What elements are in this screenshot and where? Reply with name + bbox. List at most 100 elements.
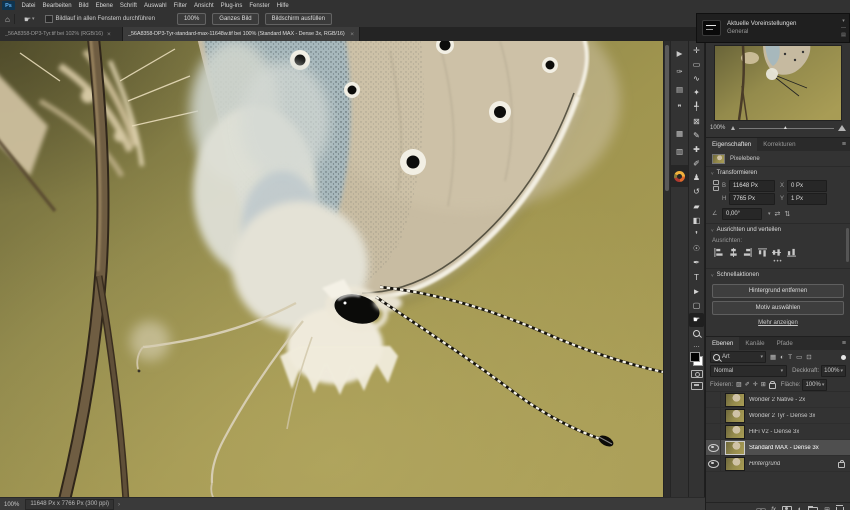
align-bottom-icon[interactable] — [786, 248, 796, 257]
status-zoom-field[interactable]: 100% — [4, 502, 19, 508]
tourbox-collapse-icon[interactable]: ▾ — [842, 18, 845, 25]
type-tool[interactable]: T — [689, 270, 704, 284]
show-more-link[interactable]: Mehr anzeigen — [706, 320, 850, 326]
object-selection-tool[interactable]: ✦ — [689, 86, 704, 100]
chevron-down-icon[interactable]: ▾ — [32, 16, 35, 22]
chevron-down-icon[interactable]: ▾ — [768, 211, 771, 217]
navigator-zoom-value[interactable]: 100% — [710, 125, 725, 131]
hand-tool[interactable]: ☛ — [689, 312, 704, 327]
visibility-toggle[interactable] — [706, 440, 721, 455]
frame-tool[interactable]: ⊠ — [689, 114, 704, 128]
status-chevron-icon[interactable]: › — [118, 502, 120, 508]
layer-row-selected[interactable]: Standard MAX - Dense 3x — [706, 440, 850, 456]
menu-auswahl[interactable]: Auswahl — [140, 3, 170, 9]
layer-thumbnail[interactable] — [725, 392, 745, 407]
close-icon[interactable]: × — [107, 31, 111, 38]
slider-thumb[interactable]: ▲ — [783, 125, 788, 131]
width-field[interactable]: 11648 Px — [729, 179, 775, 192]
menu-ansicht[interactable]: Ansicht — [190, 3, 217, 9]
lasso-tool[interactable]: ∿ — [689, 71, 704, 85]
menu-plugins[interactable]: Plug-ins — [217, 3, 246, 9]
lock-position-icon[interactable]: ✛ — [753, 381, 758, 388]
layer-thumbnail[interactable] — [725, 440, 745, 455]
pen-tool[interactable]: ✒ — [689, 256, 704, 270]
crop-tool[interactable]: ╃ — [689, 100, 704, 114]
panel-menu-icon[interactable]: ≡ — [842, 138, 850, 151]
layer-row[interactable]: HiFi V2 - Dense 3x — [706, 424, 850, 440]
screen-mode-button[interactable] — [690, 381, 703, 390]
layer-filter-combo[interactable]: Art ▾ — [710, 351, 766, 363]
scrollbar-thumb[interactable] — [665, 45, 669, 191]
menu-bild[interactable]: Bild — [75, 3, 92, 9]
align-left-icon[interactable] — [714, 248, 723, 257]
zoom-100-button[interactable]: 100% — [176, 13, 207, 25]
document-tab-active[interactable]: _56A8358-DP3-Tyr-standard-max-11648w.tif… — [123, 27, 360, 41]
lock-pixels-icon[interactable]: ✐ — [745, 381, 750, 388]
menu-schrift[interactable]: Schrift — [116, 3, 140, 9]
scroll-all-windows-checkbox[interactable]: Bildlauf in allen Fenstern durchführen — [44, 15, 155, 23]
actions-panel-icon[interactable]: ▶ — [672, 45, 688, 61]
filter-pixel-layers-icon[interactable]: ▦ — [770, 353, 776, 361]
align-top-icon[interactable] — [757, 248, 767, 257]
lock-transparency-icon[interactable]: ▨ — [736, 381, 742, 388]
history-brush-tool[interactable]: ↺ — [689, 185, 704, 199]
layer-thumbnail[interactable] — [725, 408, 745, 423]
navigator-zoom-slider[interactable]: ▲ — [739, 125, 834, 131]
hand-tool-icon[interactable]: ☛ — [24, 15, 31, 24]
new-layer-icon[interactable]: ⊞ — [824, 506, 830, 510]
eyedropper-tool[interactable]: ✎ — [689, 128, 704, 142]
quick-actions-header[interactable]: ˅ Schnellaktionen — [706, 268, 850, 281]
tourbox-grid-icon[interactable]: ▤ — [841, 32, 846, 39]
zoom-out-icon[interactable] — [731, 126, 736, 130]
y-field[interactable]: 1 Px — [787, 192, 827, 205]
close-icon[interactable]: × — [350, 31, 354, 38]
align-section-header[interactable]: ˅ Ausrichten und verteilen — [706, 223, 850, 236]
align-center-h-icon[interactable] — [729, 248, 738, 257]
color-swatches[interactable] — [690, 351, 703, 366]
shape-tool[interactable]: ▢ — [689, 298, 704, 312]
filter-adjustment-layers-icon[interactable]: ◐ — [780, 354, 784, 361]
visibility-toggle[interactable] — [706, 408, 721, 423]
zoom-tool[interactable] — [689, 327, 704, 341]
menu-bearbeiten[interactable]: Bearbeiten — [39, 3, 75, 9]
comments-panel-icon[interactable]: ❞ — [672, 99, 688, 115]
adjustment-layer-icon[interactable]: ◐ — [798, 506, 802, 510]
spot-healing-tool[interactable]: ✚ — [689, 142, 704, 156]
filter-type-layers-icon[interactable]: T — [788, 354, 792, 361]
height-field[interactable]: 7765 Px — [729, 192, 775, 205]
gradient-tool[interactable]: ◧ — [689, 213, 704, 227]
eraser-tool[interactable]: ▰ — [689, 199, 704, 213]
visibility-toggle[interactable] — [706, 424, 721, 439]
tourbox-minimize-icon[interactable]: — — [841, 25, 846, 32]
flip-horizontal-icon[interactable]: ⇄ — [775, 210, 781, 218]
document-tab-inactive[interactable]: _56A8358-DP3-Tyr.tif bei 102% (RGB/16) × — [0, 27, 123, 41]
libraries-panel-icon[interactable]: ▤ — [672, 81, 688, 97]
menu-filter[interactable]: Filter — [170, 3, 190, 9]
visibility-toggle[interactable] — [706, 456, 721, 471]
menu-hilfe[interactable]: Hilfe — [273, 3, 292, 9]
align-right-icon[interactable] — [743, 248, 752, 257]
info-panel-icon[interactable]: ▦ — [672, 125, 688, 141]
plugin-panel-button[interactable] — [670, 165, 689, 187]
layer-row-background[interactable]: Hintergrund — [706, 456, 850, 472]
blur-tool[interactable]: ❜ — [689, 227, 704, 241]
zoom-in-icon[interactable] — [838, 125, 846, 131]
tab-eigenschaften[interactable]: Eigenschaften — [706, 138, 758, 151]
brush-settings-panel-icon[interactable]: ✑ — [672, 63, 688, 79]
move-tool[interactable]: ✛ — [689, 43, 704, 57]
tab-kanaele[interactable]: Kanäle — [739, 337, 770, 350]
menu-datei[interactable]: Datei — [18, 3, 39, 9]
document-info-field[interactable]: 11648 Px x 7766 Px (300 ppi) — [25, 499, 114, 510]
edit-toolbar-button[interactable]: … — [689, 341, 704, 350]
brush-tool[interactable]: ✐ — [689, 157, 704, 171]
opacity-field[interactable]: 100% ▾ — [821, 365, 846, 377]
select-subject-button[interactable]: Motiv auswählen — [712, 301, 844, 315]
add-mask-icon[interactable] — [781, 505, 792, 510]
visibility-toggle[interactable] — [706, 392, 721, 407]
menu-fenster[interactable]: Fenster — [246, 3, 273, 9]
tourbox-overlay[interactable]: Aktuelle Voreinstellungen General ▾ — ▤ — [696, 13, 850, 43]
layer-row[interactable]: Wonder 2 Tyr - Dense 3x — [706, 408, 850, 424]
layer-filter-toggle[interactable] — [841, 354, 846, 360]
flip-vertical-icon[interactable]: ⇅ — [784, 210, 790, 218]
lock-all-icon[interactable] — [768, 380, 776, 389]
